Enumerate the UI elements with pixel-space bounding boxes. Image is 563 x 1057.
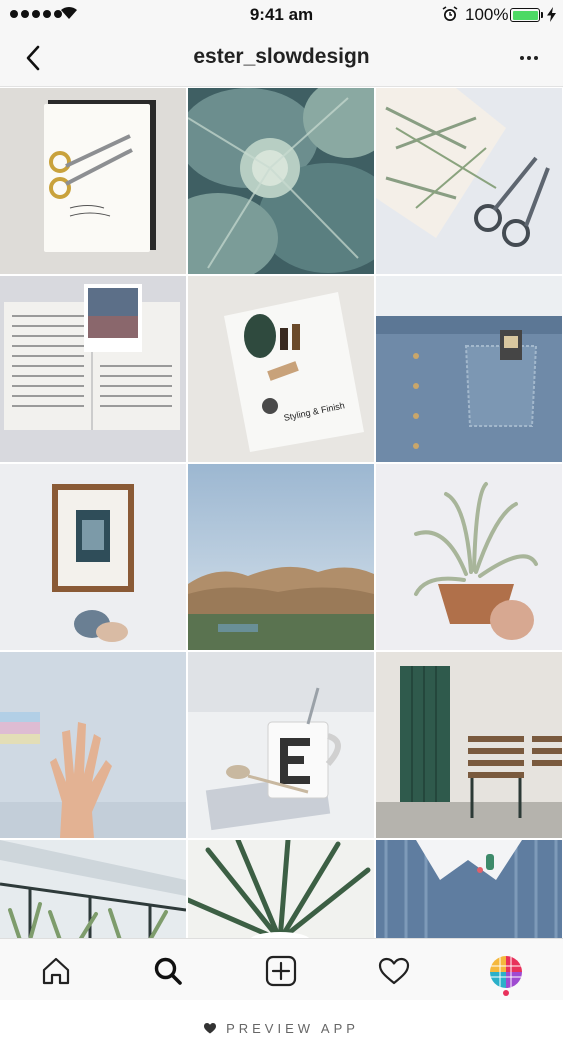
- grid-post[interactable]: [376, 652, 562, 838]
- post-image-frame: [0, 464, 186, 650]
- alarm-icon: [442, 6, 458, 21]
- post-image-landscape: [188, 464, 374, 650]
- post-image-palm: [188, 840, 374, 938]
- status-bar: 9:41 am 100%: [0, 0, 563, 30]
- search-icon: [154, 957, 182, 985]
- tab-home[interactable]: [36, 951, 76, 991]
- navigation-bar: ester_slowdesign: [0, 30, 563, 87]
- add-post-icon: [265, 955, 297, 987]
- post-image-book: [0, 276, 186, 462]
- grid-post[interactable]: [188, 88, 374, 274]
- post-image-airplant: [376, 464, 562, 650]
- post-image-hand: [0, 652, 186, 838]
- profile-avatar[interactable]: [490, 956, 522, 988]
- active-tab-indicator: [503, 990, 509, 996]
- more-dots-icon: [520, 56, 524, 60]
- battery-percent: 100%: [465, 5, 509, 24]
- grid-post[interactable]: [0, 652, 186, 838]
- grid-post[interactable]: [0, 840, 186, 938]
- grid-post[interactable]: [188, 840, 374, 938]
- tab-activity[interactable]: [374, 951, 414, 991]
- charging-icon: [547, 7, 556, 22]
- footer-label: PREVIEW APP: [226, 1021, 359, 1036]
- post-image-magazine: Styling & Finish: [188, 276, 374, 462]
- post-image-cabbage: [188, 88, 374, 274]
- grid-post[interactable]: [188, 464, 374, 650]
- post-image-mug: [188, 652, 374, 838]
- post-image-denim: [376, 276, 562, 462]
- post-image-balcony: [0, 840, 186, 938]
- grid-post[interactable]: [376, 276, 562, 462]
- home-icon: [42, 957, 70, 985]
- page-title: ester_slowdesign: [193, 45, 370, 68]
- heart-icon: [378, 957, 410, 985]
- grid-post[interactable]: [376, 88, 562, 274]
- photo-grid: Styling & Finish: [0, 88, 563, 938]
- tab-add-post[interactable]: [261, 951, 301, 991]
- grid-post[interactable]: [0, 88, 186, 274]
- battery-icon: [510, 8, 540, 22]
- grid-post[interactable]: [0, 276, 186, 462]
- post-image-notebook: [0, 88, 186, 274]
- heart-icon: [204, 1023, 217, 1034]
- grid-post[interactable]: [188, 652, 374, 838]
- grid-post[interactable]: [376, 840, 562, 938]
- post-image-shirt: [376, 840, 562, 938]
- grid-post[interactable]: Styling & Finish: [188, 276, 374, 462]
- post-image-herbs: [376, 88, 562, 274]
- grid-post[interactable]: [376, 464, 562, 650]
- tab-search[interactable]: [148, 951, 188, 991]
- more-options-button[interactable]: [513, 48, 545, 68]
- avatar-image: [490, 956, 522, 988]
- grid-post[interactable]: [0, 464, 186, 650]
- post-image-door: [376, 652, 562, 838]
- preview-footer: PREVIEW APP: [0, 1000, 563, 1057]
- tab-bar: [0, 938, 563, 1000]
